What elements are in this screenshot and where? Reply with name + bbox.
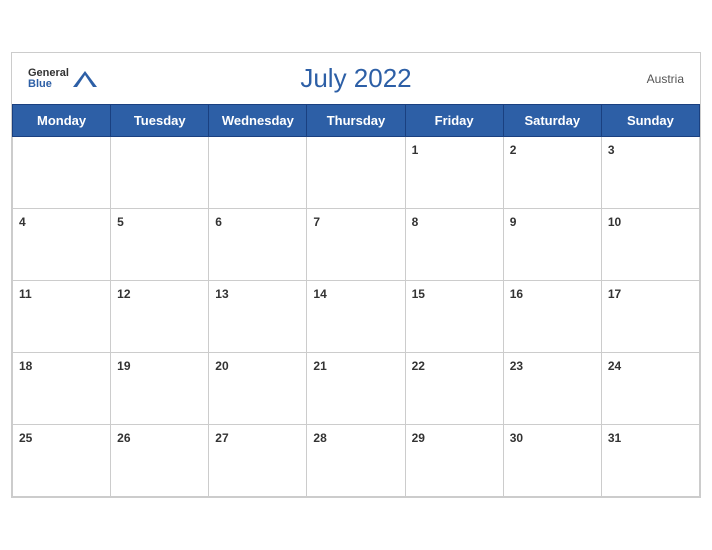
day-number: 8 bbox=[412, 215, 419, 229]
day-cell-8: 8 bbox=[405, 209, 503, 281]
weekday-monday: Monday bbox=[13, 105, 111, 137]
day-cell-3: 3 bbox=[601, 137, 699, 209]
day-cell-13: 13 bbox=[209, 281, 307, 353]
day-cell-14: 14 bbox=[307, 281, 405, 353]
day-number: 26 bbox=[117, 431, 130, 445]
day-cell-21: 21 bbox=[307, 353, 405, 425]
day-cell-29: 29 bbox=[405, 425, 503, 497]
day-cell-24: 24 bbox=[601, 353, 699, 425]
logo-blue-text: Blue bbox=[28, 79, 69, 90]
day-cell-18: 18 bbox=[13, 353, 111, 425]
day-cell-2: 2 bbox=[503, 137, 601, 209]
day-number: 16 bbox=[510, 287, 523, 301]
day-number: 23 bbox=[510, 359, 523, 373]
day-number: 7 bbox=[313, 215, 320, 229]
day-number: 17 bbox=[608, 287, 621, 301]
calendar-header: General Blue July 2022 Austria bbox=[12, 53, 700, 104]
day-cell-1: 1 bbox=[405, 137, 503, 209]
empty-cell bbox=[13, 137, 111, 209]
day-cell-31: 31 bbox=[601, 425, 699, 497]
day-cell-11: 11 bbox=[13, 281, 111, 353]
day-cell-5: 5 bbox=[111, 209, 209, 281]
day-cell-16: 16 bbox=[503, 281, 601, 353]
day-cell-15: 15 bbox=[405, 281, 503, 353]
logo: General Blue bbox=[28, 68, 99, 90]
logo-icon bbox=[71, 69, 99, 89]
weekday-tuesday: Tuesday bbox=[111, 105, 209, 137]
day-cell-28: 28 bbox=[307, 425, 405, 497]
day-number: 13 bbox=[215, 287, 228, 301]
day-cell-26: 26 bbox=[111, 425, 209, 497]
weekday-header-row: MondayTuesdayWednesdayThursdayFridaySatu… bbox=[13, 105, 700, 137]
day-number: 25 bbox=[19, 431, 32, 445]
day-number: 9 bbox=[510, 215, 517, 229]
day-number: 4 bbox=[19, 215, 26, 229]
empty-cell bbox=[111, 137, 209, 209]
day-number: 5 bbox=[117, 215, 124, 229]
week-row-3: 11 12 13 14 15 16 17 bbox=[13, 281, 700, 353]
day-cell-12: 12 bbox=[111, 281, 209, 353]
day-number: 11 bbox=[19, 287, 32, 301]
day-number: 21 bbox=[313, 359, 326, 373]
weekday-friday: Friday bbox=[405, 105, 503, 137]
day-number: 28 bbox=[313, 431, 326, 445]
day-number: 29 bbox=[412, 431, 425, 445]
empty-cell bbox=[209, 137, 307, 209]
day-number: 27 bbox=[215, 431, 228, 445]
weekday-sunday: Sunday bbox=[601, 105, 699, 137]
week-row-5: 25 26 27 28 29 30 31 bbox=[13, 425, 700, 497]
week-row-4: 18 19 20 21 22 23 24 bbox=[13, 353, 700, 425]
day-cell-7: 7 bbox=[307, 209, 405, 281]
weekday-wednesday: Wednesday bbox=[209, 105, 307, 137]
day-cell-4: 4 bbox=[13, 209, 111, 281]
day-cell-6: 6 bbox=[209, 209, 307, 281]
day-cell-17: 17 bbox=[601, 281, 699, 353]
week-row-2: 4 5 6 7 8 9 10 bbox=[13, 209, 700, 281]
weekday-saturday: Saturday bbox=[503, 105, 601, 137]
day-number: 20 bbox=[215, 359, 228, 373]
day-cell-25: 25 bbox=[13, 425, 111, 497]
day-number: 24 bbox=[608, 359, 621, 373]
day-cell-30: 30 bbox=[503, 425, 601, 497]
day-number: 1 bbox=[412, 143, 419, 157]
day-number: 3 bbox=[608, 143, 615, 157]
day-cell-9: 9 bbox=[503, 209, 601, 281]
day-number: 6 bbox=[215, 215, 222, 229]
day-number: 2 bbox=[510, 143, 517, 157]
month-title: July 2022 bbox=[300, 63, 411, 94]
empty-cell bbox=[307, 137, 405, 209]
day-number: 22 bbox=[412, 359, 425, 373]
day-number: 10 bbox=[608, 215, 621, 229]
day-cell-19: 19 bbox=[111, 353, 209, 425]
day-cell-20: 20 bbox=[209, 353, 307, 425]
day-cell-22: 22 bbox=[405, 353, 503, 425]
day-number: 14 bbox=[313, 287, 326, 301]
day-cell-23: 23 bbox=[503, 353, 601, 425]
day-cell-27: 27 bbox=[209, 425, 307, 497]
day-number: 30 bbox=[510, 431, 523, 445]
calendar-grid: MondayTuesdayWednesdayThursdayFridaySatu… bbox=[12, 104, 700, 497]
weekday-thursday: Thursday bbox=[307, 105, 405, 137]
day-number: 19 bbox=[117, 359, 130, 373]
calendar-container: General Blue July 2022 Austria MondayTue… bbox=[11, 52, 701, 498]
day-cell-10: 10 bbox=[601, 209, 699, 281]
day-number: 31 bbox=[608, 431, 621, 445]
week-row-1: 1 2 3 bbox=[13, 137, 700, 209]
country-label: Austria bbox=[647, 72, 684, 86]
day-number: 18 bbox=[19, 359, 32, 373]
day-number: 12 bbox=[117, 287, 130, 301]
day-number: 15 bbox=[412, 287, 425, 301]
